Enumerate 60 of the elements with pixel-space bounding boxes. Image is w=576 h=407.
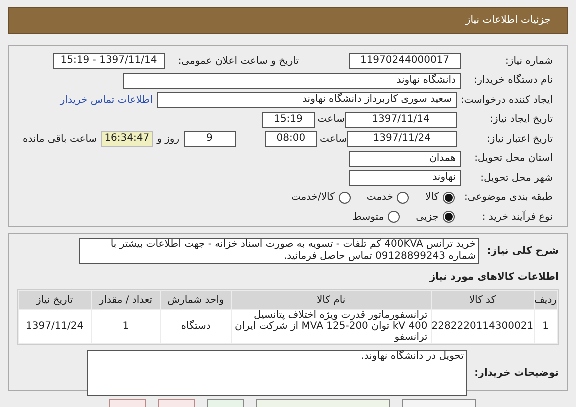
remaining-time: 16:34:47 (101, 131, 154, 147)
field-label: توضیحات خریدار: (474, 366, 559, 380)
action-button[interactable] (109, 399, 146, 407)
table-cell: 2282220114300021 (432, 310, 534, 343)
radio-label: جزیی (416, 210, 439, 224)
action-button[interactable] (402, 399, 476, 407)
notes-box: تحویل در دانشگاه نهاوند. (87, 350, 467, 396)
radio-button[interactable] (443, 211, 455, 223)
text-field[interactable]: سعید سوری کاربرداز دانشگاه نهاوند (157, 92, 457, 108)
radio-label: خدمت (366, 191, 394, 205)
radio-button[interactable] (338, 192, 351, 204)
field-label: شهر محل تحویل: (480, 172, 553, 186)
days-label: روز و (157, 132, 180, 146)
text-field[interactable]: همدان (349, 150, 461, 166)
action-button[interactable] (207, 399, 244, 407)
radio-button[interactable] (388, 211, 400, 223)
text-field[interactable]: 1397/11/14 (345, 112, 457, 128)
description-box: خرید ترانس 400KVA کم تلفات - تسویه به صورت اسناد خزانه - جهت اطلاعات بیشتر با شماره 09128899243 تماس حاصل فرمائید. (79, 238, 479, 264)
text-field[interactable]: دانشگاه نهاوند (123, 72, 461, 88)
field-label: شماره نیاز: (504, 54, 553, 68)
action-button[interactable] (256, 399, 390, 407)
text-field[interactable]: 9 (184, 131, 236, 147)
action-button[interactable] (158, 399, 195, 407)
section-title: اطلاعات کالاهای مورد نیاز (428, 271, 559, 285)
page-title: جزئیات اطلاعات نیاز (466, 14, 551, 28)
radio-button[interactable] (443, 192, 455, 204)
column-header: ردیف (534, 291, 557, 309)
radio-label: کالا/خدمت (291, 191, 335, 205)
field-label: تاریخ و ساعت اعلان عمومی: (177, 54, 299, 68)
remaining-label: ساعت باقی مانده (23, 132, 98, 146)
contact-link[interactable]: اطلاعات تماس خریدار (60, 92, 153, 108)
field-label: استان محل تحویل: (474, 152, 553, 166)
table-cell: ترانسفورماتور قدرت ویژه اختلاف پتانسیل 400 kV توان 200-125 MVA از شرکت ایران ترانسفو (232, 310, 431, 343)
column-header: تاریخ نیاز (19, 291, 91, 309)
table-cell: 1 (534, 310, 557, 343)
column-header: تعداد / مقدار (92, 291, 160, 309)
column-header: واحد شمارش (161, 291, 231, 309)
field-label: ایجاد کننده درخواست: (461, 94, 553, 108)
field-label: نام دستگاه خریدار: (473, 73, 553, 88)
radio-label: کالا (425, 191, 439, 205)
radio-button[interactable] (397, 192, 410, 204)
time-label: ساعت (321, 132, 348, 146)
field-label: نوع فرآیند خرید : (481, 210, 553, 224)
field-label: تاریخ اعتبار نیاز: (486, 132, 553, 146)
text-field[interactable]: 11970244000017 (349, 53, 461, 69)
text-field[interactable]: نهاوند (349, 170, 461, 186)
time-label: ساعت (319, 113, 345, 127)
text-field[interactable]: 1397/11/14 - 15:19 (53, 53, 165, 69)
column-header: کد کالا (432, 291, 534, 309)
table-cell: 1397/11/24 (19, 310, 91, 343)
column-header: نام کالا (232, 291, 431, 309)
field-label: شرح کلی نیاز: (486, 244, 559, 258)
radio-label: متوسط (352, 210, 384, 224)
field-label: طبقه بندی موضوعی: (464, 191, 553, 205)
text-field[interactable]: 1397/11/24 (347, 131, 457, 147)
table-cell: دستگاه (161, 310, 231, 343)
text-field[interactable]: 08:00 (265, 131, 318, 147)
text-field[interactable]: 15:19 (262, 112, 315, 128)
table-cell: 1 (92, 310, 160, 343)
field-label: تاریخ ایجاد نیاز: (489, 113, 553, 127)
